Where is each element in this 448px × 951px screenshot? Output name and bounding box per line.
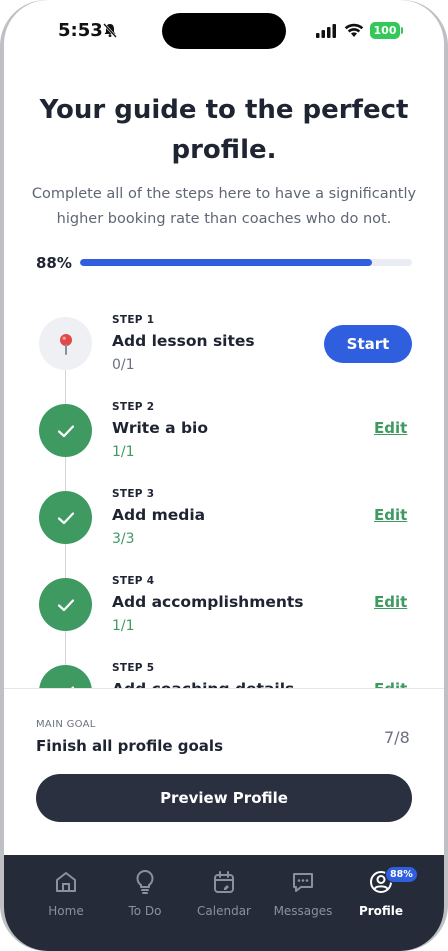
calendar-icon xyxy=(214,871,234,893)
tab-home[interactable]: Home xyxy=(26,869,106,918)
progress-percent: 88% xyxy=(36,254,72,272)
step-item-media: STEP 3 Add media 3/3 Edit xyxy=(4,474,444,561)
step-progress: 0/1 xyxy=(112,357,135,373)
step-item-accomplishments: STEP 4 Add accomplishments 1/1 Edit xyxy=(4,561,444,648)
step-number: STEP 2 xyxy=(112,401,155,413)
tab-label: Messages xyxy=(273,904,333,918)
step-title: Add media xyxy=(112,506,206,524)
page-subtitle: Complete all of the steps here to have a… xyxy=(31,186,417,227)
edit-link[interactable]: Edit xyxy=(374,506,407,524)
step-status-pending xyxy=(39,317,92,370)
step-number: STEP 1 xyxy=(112,314,155,326)
main-goal-panel: MAIN GOAL Finish all profile goals 7/8 P… xyxy=(4,688,444,859)
step-status-complete xyxy=(39,578,92,631)
cellular-signal-icon xyxy=(316,24,336,38)
battery-indicator: 100 xyxy=(370,22,400,39)
main-goal-text: Finish all profile goals xyxy=(36,737,223,755)
edit-link[interactable]: Edit xyxy=(374,680,407,688)
step-title: Add coaching details xyxy=(112,680,294,688)
step-number: STEP 3 xyxy=(112,488,155,500)
profile-completion-badge: 88% xyxy=(385,866,418,883)
step-title: Add lesson sites xyxy=(112,332,255,350)
step-status-complete xyxy=(39,665,92,688)
dynamic-island xyxy=(162,13,286,49)
preview-profile-button[interactable]: Preview Profile xyxy=(36,774,412,822)
tab-label: To Do xyxy=(128,904,162,918)
steps-list[interactable]: STEP 1 Add lesson sites 0/1 Start STEP 2… xyxy=(4,300,444,688)
main-goal-count: 7/8 xyxy=(384,728,410,747)
bell-muted-icon xyxy=(103,23,117,38)
tab-calendar[interactable]: Calendar xyxy=(184,869,264,918)
step-item-coaching-details: STEP 5 Add coaching details Edit xyxy=(4,648,444,688)
tab-profile[interactable]: 88% Profile xyxy=(341,866,421,918)
tab-label: Profile xyxy=(358,904,404,918)
main-goal-label: MAIN GOAL xyxy=(36,719,96,730)
step-status-complete xyxy=(39,491,92,544)
profile-progress: 88% xyxy=(36,252,412,276)
step-title: Add accomplishments xyxy=(112,593,304,611)
tab-label: Home xyxy=(48,904,84,918)
status-bar: 5:53 100 xyxy=(4,0,444,62)
step-progress: 1/1 xyxy=(112,444,135,460)
lightbulb-icon xyxy=(136,870,154,894)
map-pin-icon xyxy=(59,333,72,355)
tab-label: Calendar xyxy=(197,904,251,918)
battery-tip xyxy=(401,27,403,34)
step-title: Write a bio xyxy=(112,419,209,437)
start-button[interactable]: Start xyxy=(324,325,412,363)
step-item-lesson-sites: STEP 1 Add lesson sites 0/1 Start xyxy=(4,300,444,387)
page-title: Your guide to the perfect profile. xyxy=(39,95,409,165)
edit-link[interactable]: Edit xyxy=(374,419,407,437)
status-time: 5:53 xyxy=(58,20,103,41)
phone-frame: 5:53 100 Your guide to the perfect profi… xyxy=(0,0,448,951)
message-icon xyxy=(293,873,313,892)
checkmark-icon xyxy=(57,598,74,611)
step-progress: 3/3 xyxy=(112,531,135,547)
screen: 5:53 100 Your guide to the perfect profi… xyxy=(4,0,444,951)
progress-track xyxy=(80,259,412,266)
step-number: STEP 4 xyxy=(112,575,155,587)
step-number: STEP 5 xyxy=(112,662,155,674)
checkmark-icon xyxy=(57,511,74,524)
bottom-tab-bar: Home To Do Calendar Messages 88% Profile xyxy=(4,855,444,951)
step-item-bio: STEP 2 Write a bio 1/1 Edit xyxy=(4,387,444,474)
home-icon xyxy=(56,872,76,892)
step-progress: 1/1 xyxy=(112,618,135,634)
checkmark-icon xyxy=(57,424,74,437)
tab-messages[interactable]: Messages xyxy=(263,869,343,918)
progress-fill xyxy=(80,259,373,266)
edit-link[interactable]: Edit xyxy=(374,593,407,611)
wifi-icon xyxy=(344,23,364,37)
tab-to-do[interactable]: To Do xyxy=(105,869,185,918)
step-status-complete xyxy=(39,404,92,457)
